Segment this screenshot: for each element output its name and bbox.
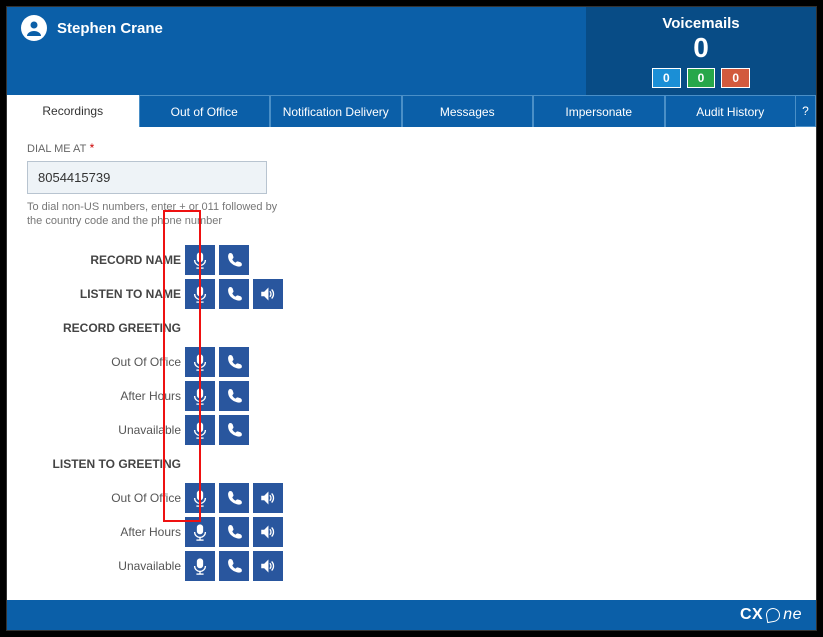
tabs-row: Recordings Out of Office Notification De…	[7, 95, 816, 127]
mic-icon	[191, 557, 209, 575]
mic-icon	[191, 523, 209, 541]
badge-saved[interactable]: 0	[687, 68, 716, 88]
listen-greeting-afterhours-mic-button[interactable]	[185, 517, 215, 547]
listen-greeting-header: LISTEN TO GREETING	[27, 457, 185, 471]
record-name-label: RECORD NAME	[27, 253, 185, 267]
phone-icon	[225, 285, 243, 303]
help-button[interactable]: ?	[796, 95, 816, 127]
mic-icon	[191, 353, 209, 371]
tab-notification-delivery[interactable]: Notification Delivery	[270, 95, 402, 127]
brand-cx: CX	[740, 606, 763, 624]
listen-greeting-afterhours-speaker-button[interactable]	[253, 517, 283, 547]
avatar	[21, 15, 47, 41]
recordings-area: RECORD NAME LISTEN TO NAME RECORD GREETI…	[27, 243, 796, 583]
tab-out-of-office[interactable]: Out of Office	[139, 95, 271, 127]
phone-icon	[225, 251, 243, 269]
phone-icon	[225, 523, 243, 541]
phone-icon	[225, 557, 243, 575]
mic-icon	[191, 251, 209, 269]
tab-impersonate[interactable]: Impersonate	[533, 95, 665, 127]
tab-messages[interactable]: Messages	[402, 95, 534, 127]
speaker-icon	[259, 523, 277, 541]
phone-icon	[225, 353, 243, 371]
username: Stephen Crane	[57, 20, 163, 37]
dial-label: DIAL ME AT	[27, 143, 86, 155]
mic-icon	[191, 387, 209, 405]
record-greeting-afterhours-label: After Hours	[27, 389, 185, 403]
phone-icon	[225, 387, 243, 405]
listen-greeting-afterhours-phone-button[interactable]	[219, 517, 249, 547]
voicemail-badges: 0 0 0	[652, 68, 750, 88]
listen-greeting-ooo-phone-button[interactable]	[219, 483, 249, 513]
record-greeting-unavailable-mic-button[interactable]	[185, 415, 215, 445]
listen-greeting-unavailable-mic-button[interactable]	[185, 551, 215, 581]
listen-greeting-ooo-label: Out Of Office	[27, 491, 185, 505]
record-name-mic-button[interactable]	[185, 245, 215, 275]
listen-greeting-afterhours-label: After Hours	[27, 525, 185, 539]
badge-new[interactable]: 0	[652, 68, 681, 88]
listen-greeting-ooo-mic-button[interactable]	[185, 483, 215, 513]
listen-greeting-unavailable-speaker-button[interactable]	[253, 551, 283, 581]
listen-greeting-unavailable-phone-button[interactable]	[219, 551, 249, 581]
record-greeting-unavailable-phone-button[interactable]	[219, 415, 249, 445]
header-bar: Stephen Crane Voicemails 0 0 0 0	[7, 7, 816, 95]
tab-audit-history[interactable]: Audit History	[665, 95, 797, 127]
record-name-phone-button[interactable]	[219, 245, 249, 275]
brand-logo: CX ne	[740, 606, 802, 624]
user-block: Stephen Crane	[7, 7, 177, 49]
mic-icon	[191, 421, 209, 439]
record-greeting-unavailable-label: Unavailable	[27, 423, 185, 437]
brand-o-icon	[765, 607, 781, 623]
record-greeting-header: RECORD GREETING	[27, 321, 185, 335]
record-greeting-ooo-mic-button[interactable]	[185, 347, 215, 377]
speaker-icon	[259, 489, 277, 507]
brand-ne: ne	[783, 606, 802, 624]
listen-name-mic-button[interactable]	[185, 279, 215, 309]
phone-icon	[225, 421, 243, 439]
content-area: DIAL ME AT * To dial non-US numbers, ent…	[7, 127, 816, 600]
listen-greeting-unavailable-label: Unavailable	[27, 559, 185, 573]
tab-recordings[interactable]: Recordings	[7, 95, 139, 127]
record-greeting-afterhours-phone-button[interactable]	[219, 381, 249, 411]
dial-me-at-input[interactable]	[27, 161, 267, 194]
voicemail-count: 0	[693, 34, 709, 62]
record-greeting-ooo-phone-button[interactable]	[219, 347, 249, 377]
listen-name-label: LISTEN TO NAME	[27, 287, 185, 301]
phone-icon	[225, 489, 243, 507]
record-greeting-ooo-label: Out Of Office	[27, 355, 185, 369]
dial-hint: To dial non-US numbers, enter + or 011 f…	[27, 200, 287, 229]
badge-deleted[interactable]: 0	[721, 68, 750, 88]
mic-icon	[191, 489, 209, 507]
voicemail-label: Voicemails	[662, 15, 739, 32]
required-marker: *	[90, 141, 95, 155]
mic-icon	[191, 285, 209, 303]
listen-greeting-ooo-speaker-button[interactable]	[253, 483, 283, 513]
speaker-icon	[259, 285, 277, 303]
listen-name-speaker-button[interactable]	[253, 279, 283, 309]
listen-name-phone-button[interactable]	[219, 279, 249, 309]
footer-bar: CX ne	[7, 600, 816, 630]
record-greeting-afterhours-mic-button[interactable]	[185, 381, 215, 411]
voicemail-panel: Voicemails 0 0 0 0	[586, 7, 816, 95]
speaker-icon	[259, 557, 277, 575]
